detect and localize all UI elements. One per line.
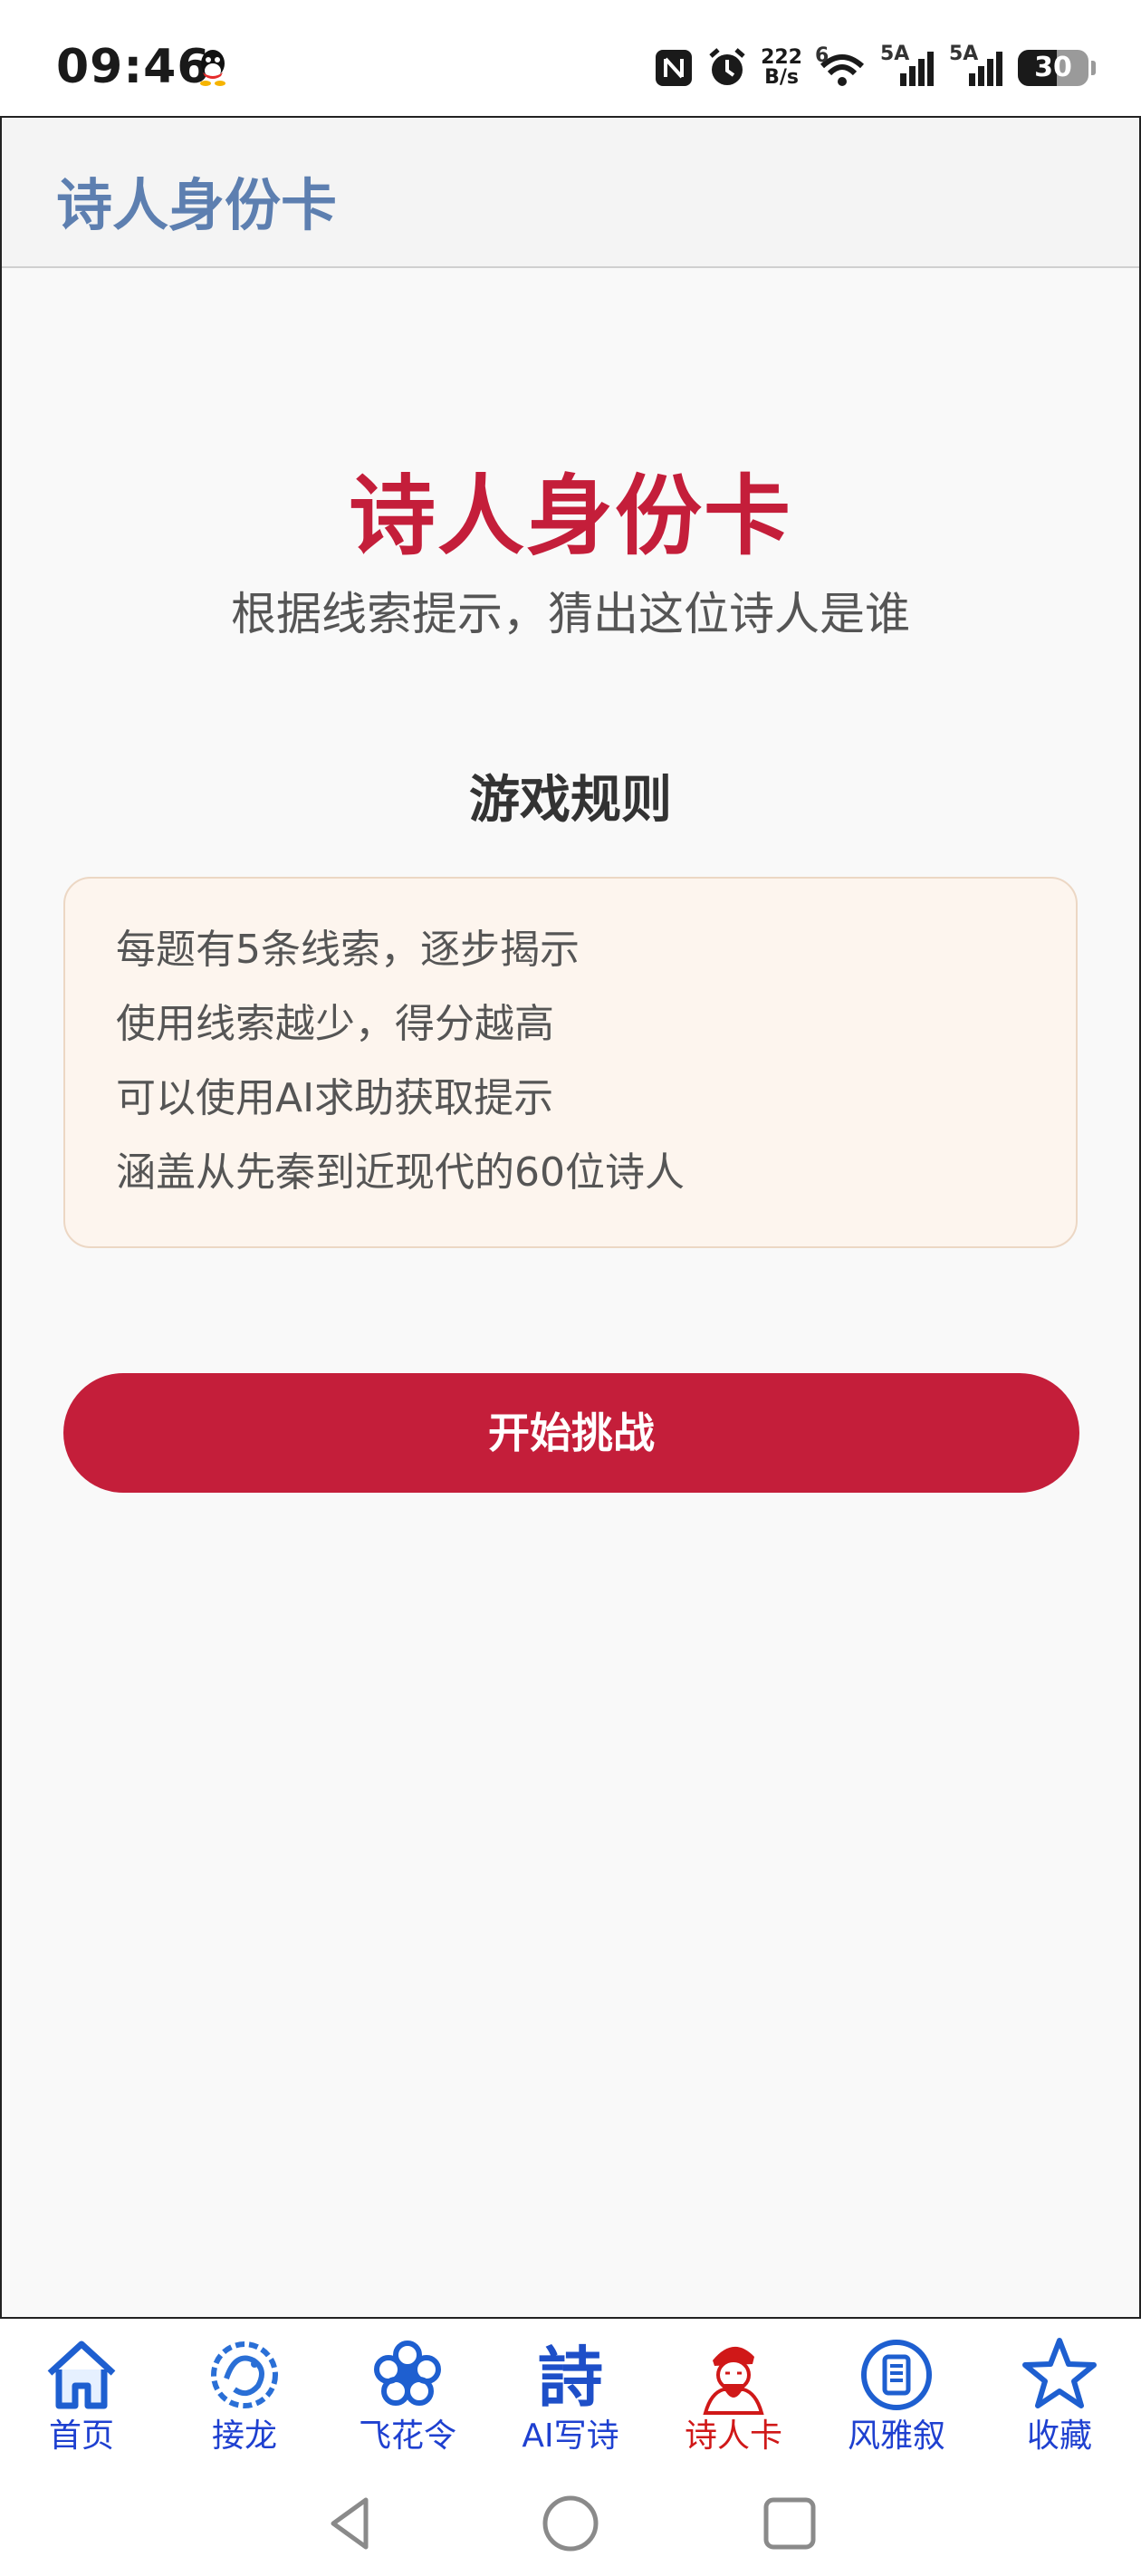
nav-label: 接龙 [211,2417,277,2455]
app-bar: 诗人身份卡 [2,118,1139,268]
nav-label: AI写诗 [522,2417,619,2455]
poem-icon: 詩 [538,2339,603,2415]
flower-icon [374,2341,441,2406]
dragon-icon [211,2341,278,2408]
network-speed: 222 B/s [761,46,802,89]
rules-title: 游戏规则 [469,771,672,830]
nav-item-solitaire[interactable]: 接龙 [163,2319,326,2464]
wifi-icon: 6 [815,44,868,88]
system-nav-bar [0,2464,1141,2576]
start-challenge-button[interactable]: 开始挑战 [63,1373,1079,1493]
nav-item-home[interactable]: 首页 [0,2319,163,2464]
nav-item-ai-poem[interactable]: 詩 AI写诗 [489,2319,652,2464]
home-icon [47,2341,116,2409]
svg-text:詩: 詩 [538,2339,603,2415]
status-bar: 09:46 222 B/s 6 5A 5A 30 [0,0,1141,116]
status-time: 09:46 [56,40,211,94]
nav-label: 风雅叙 [847,2417,945,2455]
nav-label: 飞花令 [358,2417,456,2455]
signal-icon: 5A [880,43,936,88]
home-circle-icon[interactable] [540,2493,601,2554]
nav-item-poet-card[interactable]: 诗人卡 [652,2319,815,2464]
rule-item: 可以使用AI求助获取提示 [116,1075,554,1121]
alarm-icon [709,48,745,85]
scroll-icon [861,2340,932,2410]
status-icons: 222 B/s 6 5A 5A 30 [654,43,1096,92]
hero-subtitle: 根据线索提示，猜出这位诗人是谁 [231,588,910,640]
app-frame: 诗人身份卡 诗人身份卡 根据线索提示，猜出这位诗人是谁 游戏规则 每题有5条线索… [0,116,1141,2319]
back-icon[interactable] [319,2493,380,2554]
star-icon [1022,2338,1097,2408]
qq-icon [200,50,225,86]
rule-item: 涵盖从先秦到近现代的60位诗人 [116,1149,685,1196]
nav-label: 首页 [48,2417,114,2455]
bottom-nav: 首页 接龙 飞花令 詩 AI写诗 诗人卡 风雅叙 收藏 [0,2319,1141,2464]
nav-label: 收藏 [1026,2417,1092,2455]
signal-icon: 5A [949,43,1005,88]
battery-icon: 30 [1018,50,1096,86]
poet-portrait-icon [703,2346,764,2415]
nfc-icon [656,50,693,86]
rule-item: 每题有5条线索，逐步揭示 [116,927,580,973]
nav-item-feihualing[interactable]: 飞花令 [326,2319,489,2464]
nav-item-fengyaxu[interactable]: 风雅叙 [815,2319,978,2464]
nav-item-favorites[interactable]: 收藏 [978,2319,1141,2464]
rule-item: 使用线索越少，得分越高 [116,1001,554,1047]
rules-box: 每题有5条线索，逐步揭示 使用线索越少，得分越高 可以使用AI求助获取提示 涵盖… [63,877,1078,1248]
nav-label: 诗人卡 [684,2417,782,2455]
recents-icon[interactable] [759,2493,820,2554]
page-title: 诗人身份卡 [56,172,338,238]
hero-title: 诗人身份卡 [349,466,792,567]
